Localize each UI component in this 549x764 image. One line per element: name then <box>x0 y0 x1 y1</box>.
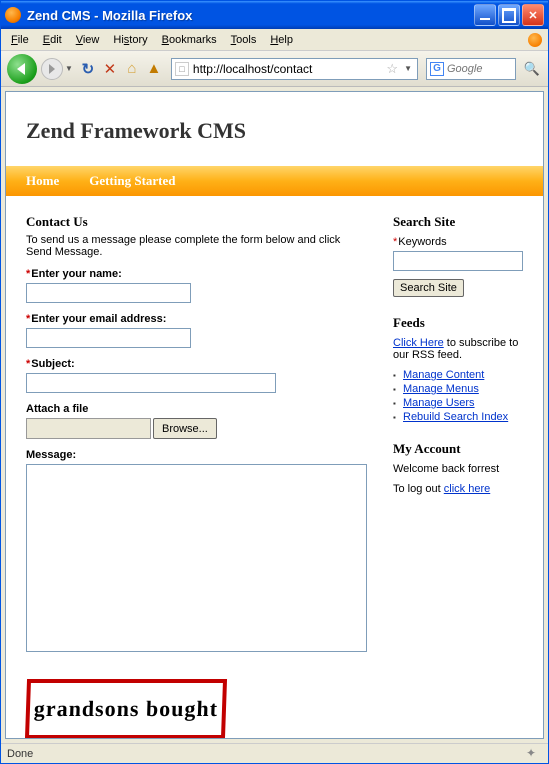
home-button[interactable]: ⌂ <box>123 60 141 78</box>
url-bar[interactable]: □ ☆ ▼ <box>171 58 418 80</box>
page-favicon: □ <box>175 62 189 76</box>
email-label: *Enter your email address: <box>26 313 367 325</box>
my-account-title: My Account <box>393 441 523 457</box>
status-bar: Done ✦ <box>1 743 548 763</box>
admin-links-list: Manage Content Manage Menus Manage Users… <box>393 369 523 423</box>
search-site-title: Search Site <box>393 214 523 230</box>
url-input[interactable] <box>193 62 383 76</box>
search-site-button[interactable]: Search Site <box>393 279 464 297</box>
window-title: Zend CMS - Mozilla Firefox <box>27 8 474 23</box>
list-item: Rebuild Search Index <box>393 411 523 423</box>
menu-bar: File Edit View History Bookmarks Tools H… <box>1 29 548 51</box>
firefox-icon <box>5 7 21 23</box>
admin-link-manage-menus[interactable]: Manage Menus <box>403 383 479 395</box>
feeds-link[interactable]: Click Here <box>393 337 444 349</box>
firefox-throbber-icon <box>528 33 542 47</box>
menu-history[interactable]: History <box>107 32 153 48</box>
url-dropdown-icon[interactable]: ▼ <box>402 64 414 73</box>
menu-file[interactable]: File <box>5 32 35 48</box>
name-label: *Enter your name: <box>26 268 367 280</box>
reload-button[interactable]: ↻ <box>79 60 97 78</box>
admin-link-manage-users[interactable]: Manage Users <box>403 397 475 409</box>
page-title: Contact Us <box>26 214 367 230</box>
site-brand: Zend Framework CMS <box>6 92 543 166</box>
addon-icon[interactable]: ▲ <box>145 60 163 78</box>
message-label: Message: <box>26 449 367 461</box>
message-textarea[interactable] <box>26 464 367 652</box>
search-box[interactable]: G <box>426 58 516 80</box>
status-icon: ✦ <box>526 746 542 762</box>
bookmark-star-icon[interactable]: ☆ <box>386 61 398 77</box>
history-dropdown-icon[interactable]: ▼ <box>65 64 73 73</box>
close-button[interactable] <box>522 4 544 26</box>
keywords-label: *Keywords <box>393 236 523 248</box>
subject-input[interactable] <box>26 373 276 393</box>
nav-home[interactable]: Home <box>26 173 59 189</box>
welcome-text: Welcome back forrest <box>393 463 523 475</box>
google-engine-icon[interactable]: G <box>430 62 444 76</box>
list-item: Manage Menus <box>393 383 523 395</box>
subject-label: *Subject: <box>26 358 367 370</box>
navigation-toolbar: ▼ ↻ ✕ ⌂ ▲ □ ☆ ▼ G 🔍 <box>1 51 548 87</box>
browser-viewport: Zend Framework CMS Home Getting Started … <box>5 91 544 739</box>
file-path-display <box>26 418 151 439</box>
feeds-text: Click Here to subscribe to our RSS feed. <box>393 337 523 361</box>
name-input[interactable] <box>26 283 191 303</box>
attach-label: Attach a file <box>26 403 367 415</box>
admin-link-manage-content[interactable]: Manage Content <box>403 369 484 381</box>
minimize-button[interactable] <box>474 4 496 26</box>
feeds-title: Feeds <box>393 315 523 331</box>
captcha-image: grandsons bought <box>25 679 227 738</box>
browse-button[interactable]: Browse... <box>153 418 217 439</box>
menu-view[interactable]: View <box>70 32 106 48</box>
maximize-button[interactable] <box>498 4 520 26</box>
list-item: Manage Content <box>393 369 523 381</box>
status-text: Done <box>7 748 33 760</box>
menu-tools[interactable]: Tools <box>225 32 263 48</box>
site-navbar: Home Getting Started <box>6 166 543 196</box>
logout-link[interactable]: click here <box>444 483 490 495</box>
intro-text: To send us a message please complete the… <box>26 234 367 258</box>
list-item: Manage Users <box>393 397 523 409</box>
search-go-button[interactable]: 🔍 <box>522 59 542 79</box>
email-input[interactable] <box>26 328 191 348</box>
admin-link-rebuild-index[interactable]: Rebuild Search Index <box>403 411 508 423</box>
menu-help[interactable]: Help <box>264 32 299 48</box>
menu-edit[interactable]: Edit <box>37 32 68 48</box>
forward-button[interactable] <box>41 58 63 80</box>
menu-bookmarks[interactable]: Bookmarks <box>156 32 223 48</box>
window-titlebar: Zend CMS - Mozilla Firefox <box>1 1 548 29</box>
back-button[interactable] <box>7 54 37 84</box>
keywords-input[interactable] <box>393 251 523 271</box>
logout-text: To log out click here <box>393 483 523 495</box>
search-input[interactable] <box>447 63 512 75</box>
nav-getting-started[interactable]: Getting Started <box>89 173 175 189</box>
stop-button[interactable]: ✕ <box>101 60 119 78</box>
